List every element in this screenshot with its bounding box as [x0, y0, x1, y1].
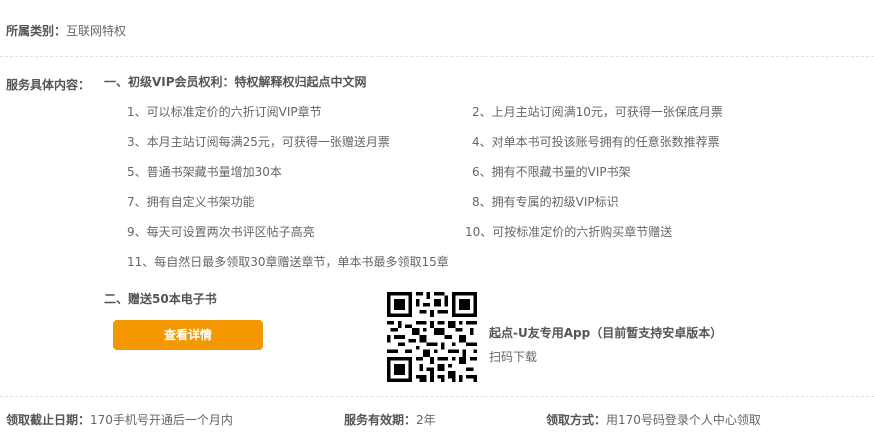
- benefit-item: 9、每天可设置两次书评区帖子高亮: [127, 225, 315, 239]
- benefit-item: 8、拥有专属的初级VIP标识: [472, 195, 619, 209]
- method-row: 领取方式：用170号码登录个人中心领取: [546, 411, 761, 429]
- category-row: 所属类别：互联网特权: [6, 22, 126, 40]
- benefit-item: 5、普通书架藏书量增加30本: [127, 165, 282, 179]
- service-label: 服务具体内容：: [6, 78, 91, 92]
- app-subtitle: 扫码下载: [489, 350, 538, 364]
- deadline-row: 领取截止日期：170手机号开通后一个月内: [6, 411, 233, 429]
- validity-value: 2年: [416, 413, 436, 427]
- validity-label: 服务有效期：: [344, 413, 417, 427]
- divider-top: [0, 56, 874, 57]
- deadline-value: 170手机号开通后一个月内: [90, 413, 233, 427]
- method-label: 领取方式：: [546, 413, 607, 427]
- category-value: 互联网特权: [66, 24, 127, 38]
- benefit-item: 1、可以标准定价的六折订阅VIP章节: [127, 105, 322, 119]
- benefit-item: 3、本月主站订阅每满25元，可获得一张赠送月票: [127, 135, 390, 149]
- category-label: 所属类别：: [6, 24, 67, 38]
- divider-bottom: [0, 396, 874, 397]
- benefit-item: 6、拥有不限藏书量的VIP书架: [472, 165, 631, 179]
- qr-code-icon: [387, 292, 477, 382]
- view-details-button[interactable]: 查看详情: [113, 320, 263, 350]
- benefit-item: 10、可按标准定价的六折购买章节赠送: [465, 225, 673, 239]
- app-title: 起点-U友专用App（目前暂支持安卓版本）: [489, 326, 723, 340]
- validity-row: 服务有效期：2年: [344, 411, 436, 429]
- deadline-label: 领取截止日期：: [6, 413, 91, 427]
- benefit-item: 4、对单本书可投该账号拥有的任意张数推荐票: [472, 135, 720, 149]
- benefit-item: 11、每自然日最多领取30章赠送章节，单本书最多领取15章: [127, 255, 449, 269]
- section1-title: 一、初级VIP会员权利：特权解释权归起点中文网: [104, 75, 367, 89]
- benefit-item: 2、上月主站订阅满10元，可获得一张保底月票: [472, 105, 723, 119]
- method-value: 用170号码登录个人中心领取: [606, 413, 761, 427]
- benefit-item: 7、拥有自定义书架功能: [127, 195, 255, 209]
- section2-title: 二、赠送50本电子书: [104, 292, 217, 306]
